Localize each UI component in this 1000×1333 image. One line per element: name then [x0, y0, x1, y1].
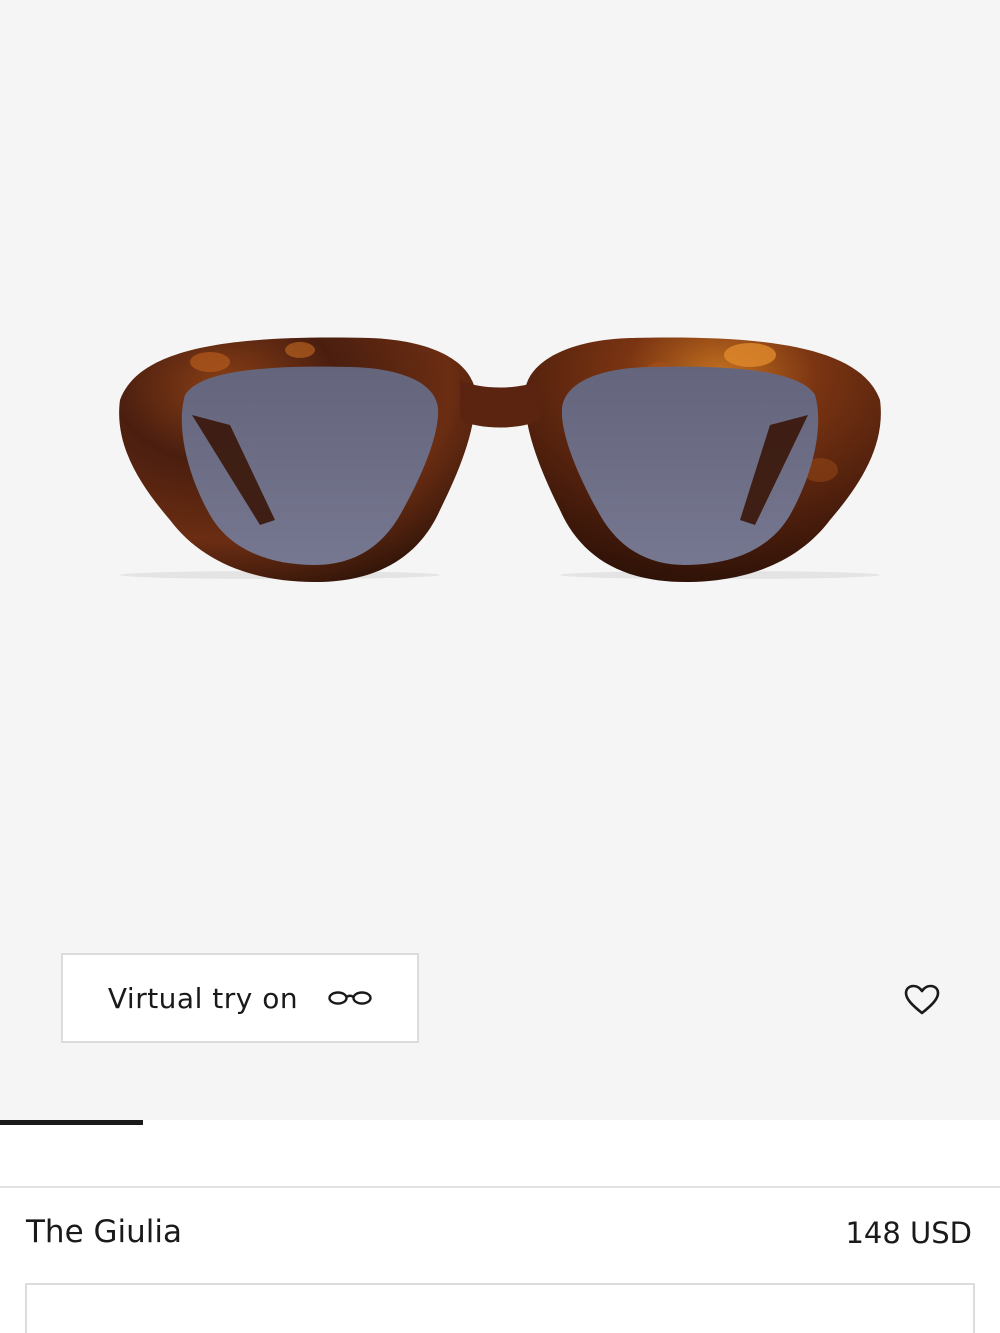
- product-page: Virtual try on The Giulia 148 USD: [0, 0, 1000, 1333]
- favorite-button[interactable]: [900, 978, 944, 1022]
- product-gallery[interactable]: Virtual try on: [0, 0, 1000, 1120]
- glasses-icon: [328, 991, 372, 1005]
- product-name: The Giulia: [26, 1214, 183, 1250]
- sunglasses-image: [119, 337, 881, 582]
- divider: [0, 1186, 1000, 1188]
- virtual-try-on-button[interactable]: Virtual try on: [61, 953, 419, 1043]
- product-option-selector[interactable]: [25, 1283, 975, 1333]
- virtual-try-on-label: Virtual try on: [107, 981, 299, 1015]
- carousel-progress-indicator: [0, 1120, 143, 1125]
- product-price: 148 USD: [845, 1216, 972, 1250]
- heart-icon: [904, 984, 940, 1015]
